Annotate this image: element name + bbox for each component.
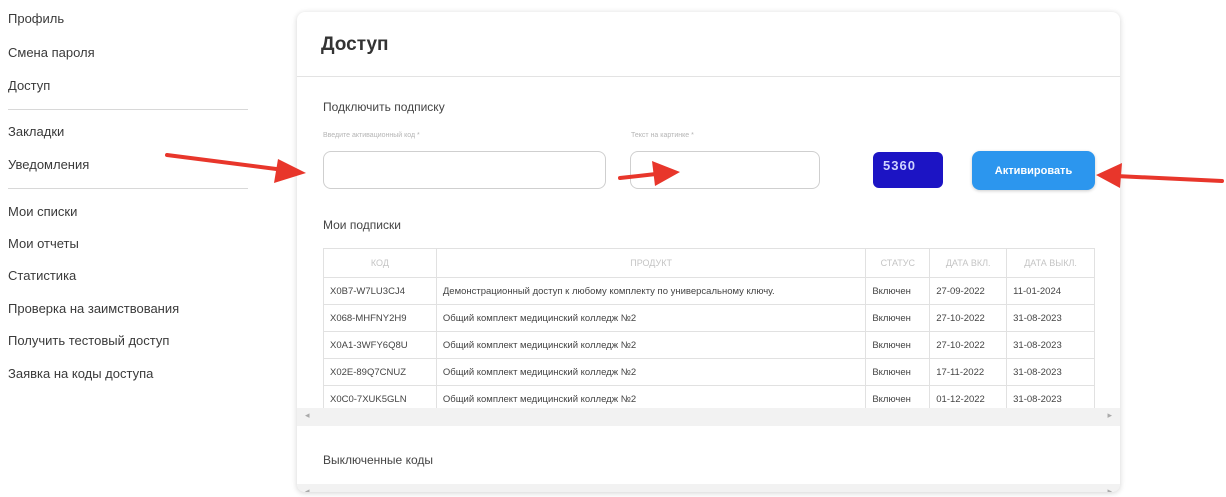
cell-status: Включен [865,277,931,305]
activation-code-input[interactable] [323,151,606,189]
captcha-image: 5360 [873,152,943,188]
column-header-date-on: ДАТА ВКЛ. [929,248,1008,278]
activate-button[interactable]: Активировать [972,151,1095,190]
cell-code: X02E-89Q7CNUZ [323,358,437,386]
subscribe-section-title: Подключить подписку [323,100,445,114]
cell-status: Включен [865,331,931,359]
cell-date-on: 17-11-2022 [929,358,1008,386]
disabled-codes-scrollbar[interactable]: ◂ ▸ [297,484,1120,492]
disabled-codes-title: Выключенные коды [323,453,433,467]
scroll-left-icon[interactable]: ◂ [305,410,310,421]
cell-product: Общий комплект медицинский колледж №2 [435,304,867,332]
scroll-right-icon[interactable]: ▸ [1107,410,1112,421]
scroll-right-icon[interactable]: ▸ [1107,486,1112,492]
sidebar-item-notifications[interactable]: Уведомления [8,157,89,172]
cell-code: X0A1-3WFY6Q8U [323,331,437,359]
cell-date-on: 27-09-2022 [929,277,1008,305]
page-title: Доступ [321,34,389,55]
cell-status: Включен [865,358,931,386]
sidebar-item-my-lists[interactable]: Мои списки [8,204,77,219]
scroll-left-icon[interactable]: ◂ [305,486,310,492]
table-row: X0B7-W7LU3CJ4 Демонстрационный доступ к … [323,277,1095,305]
column-header-code: КОД [323,248,437,278]
access-card: Доступ Подключить подписку Введите актив… [297,12,1120,492]
cell-status: Включен [865,304,931,332]
subscriptions-table: КОД ПРОДУКТ СТАТУС ДАТА ВКЛ. ДАТА ВЫКЛ. … [323,248,1095,413]
sidebar-divider [8,188,248,189]
cell-code: X068-MHFNY2H9 [323,304,437,332]
cell-product: Демонстрационный доступ к любому комплек… [435,277,867,305]
cell-product: Общий комплект медицинский колледж №2 [435,331,867,359]
sidebar-item-my-reports[interactable]: Мои отчеты [8,236,79,251]
sidebar-item-access-codes-request[interactable]: Заявка на коды доступа [8,366,153,381]
sidebar-item-test-access[interactable]: Получить тестовый доступ [8,333,169,348]
sidebar-item-profile[interactable]: Профиль [8,11,64,26]
title-divider [297,76,1120,77]
column-header-status: СТАТУС [865,248,931,278]
table-row: X068-MHFNY2H9 Общий комплект медицинский… [323,304,1095,332]
cell-date-off: 31-08-2023 [1006,304,1095,332]
table-header-row: КОД ПРОДУКТ СТАТУС ДАТА ВКЛ. ДАТА ВЫКЛ. [323,248,1095,278]
sidebar-item-access[interactable]: Доступ [8,78,50,93]
sidebar-item-plagiarism-check[interactable]: Проверка на заимствования [8,301,179,316]
captcha-text-input[interactable] [630,151,820,189]
sidebar-item-statistics[interactable]: Статистика [8,268,76,283]
cell-code: X0B7-W7LU3CJ4 [323,277,437,305]
cell-date-on: 27-10-2022 [929,331,1008,359]
cell-date-off: 31-08-2023 [1006,358,1095,386]
activation-code-label: Введите активационный код * [323,132,420,139]
column-header-product: ПРОДУКТ [435,248,867,278]
sidebar-item-change-password[interactable]: Смена пароля [8,45,95,60]
cell-product: Общий комплект медицинский колледж №2 [435,358,867,386]
my-subscriptions-title: Мои подписки [323,218,401,232]
cell-date-off: 11-01-2024 [1006,277,1095,305]
cell-date-off: 31-08-2023 [1006,331,1095,359]
sidebar-item-bookmarks[interactable]: Закладки [8,124,64,139]
annotation-arrow-icon [165,153,306,183]
cell-date-on: 27-10-2022 [929,304,1008,332]
captcha-text-label: Текст на картинке * [631,132,694,139]
sidebar-divider [8,109,248,110]
table-horizontal-scrollbar[interactable]: ◂ ▸ [297,408,1120,426]
table-row: X02E-89Q7CNUZ Общий комплект медицинский… [323,358,1095,386]
column-header-date-off: ДАТА ВЫКЛ. [1006,248,1095,278]
table-row: X0A1-3WFY6Q8U Общий комплект медицинский… [323,331,1095,359]
